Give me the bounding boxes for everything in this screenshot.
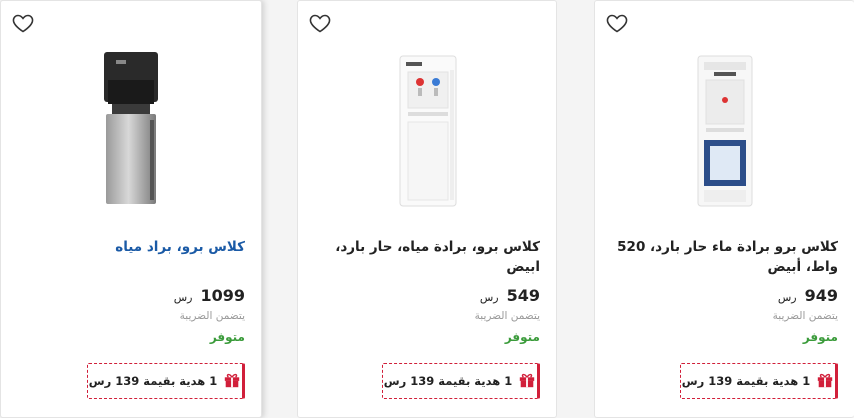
price-value: 1099: [200, 286, 245, 305]
product-title[interactable]: كلاس برو برادة ماء حار بارد، 520 واط، أب…: [616, 237, 838, 277]
product-card[interactable]: كلاس برو برادة ماء حار بارد، 520 واط، أب…: [594, 0, 854, 418]
stock-status: متوفر: [209, 330, 245, 344]
gift-offer-text: 1 هدية بقيمة 139 رس: [88, 374, 218, 388]
currency-label: رس: [479, 291, 499, 304]
gift-icon: [518, 371, 536, 392]
currency-label: رس: [777, 291, 797, 304]
price-row: 549 رس: [480, 286, 540, 305]
product-title[interactable]: كلاس برو، برادة مياه، حار بارد، ابيض: [318, 237, 540, 277]
tax-note: يتضمن الضريبة: [474, 310, 540, 322]
stock-status: متوفر: [802, 330, 838, 344]
tax-note: يتضمن الضريبة: [772, 310, 838, 322]
gift-offer-text: 1 هدية بقيمة 139 رس: [681, 374, 811, 388]
gift-offer-badge[interactable]: 1 هدية بقيمة 139 رس: [680, 363, 838, 399]
product-card[interactable]: كلاس برو، براد مياه 1099 رس يتضمن الضريب…: [0, 0, 262, 418]
product-card[interactable]: كلاس برو، برادة مياه، حار بارد، ابيض 549…: [297, 0, 557, 418]
heart-icon[interactable]: [308, 11, 332, 35]
product-grid: كلاس برو، براد مياه 1099 رس يتضمن الضريب…: [0, 0, 854, 418]
heart-icon[interactable]: [605, 11, 629, 35]
gift-offer-badge[interactable]: 1 هدية بقيمة 139 رس: [382, 363, 540, 399]
heart-icon[interactable]: [11, 11, 35, 35]
tax-note: يتضمن الضريبة: [179, 310, 245, 322]
product-image[interactable]: [338, 45, 518, 215]
product-title[interactable]: كلاس برو، براد مياه: [23, 237, 245, 257]
product-image[interactable]: [635, 45, 815, 215]
gift-icon: [816, 371, 834, 392]
price-value: 549: [506, 286, 540, 305]
currency-label: رس: [173, 291, 193, 304]
price-row: 949 رس: [778, 286, 838, 305]
price-value: 949: [804, 286, 838, 305]
gift-offer-badge[interactable]: 1 هدية بقيمة 139 رس: [87, 363, 245, 399]
product-image[interactable]: [41, 45, 221, 215]
price-row: 1099 رس: [174, 286, 245, 305]
gift-offer-text: 1 هدية بقيمة 139 رس: [383, 374, 513, 388]
gift-icon: [223, 371, 241, 392]
stock-status: متوفر: [504, 330, 540, 344]
